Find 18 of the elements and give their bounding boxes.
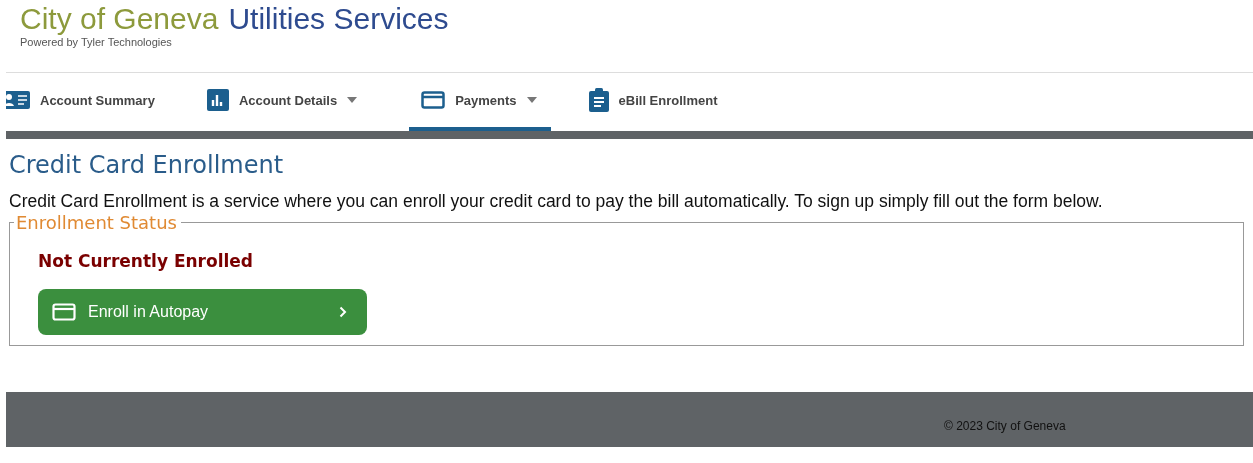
panel-legend: Enrollment Status [14, 212, 181, 233]
clipboard-icon [588, 88, 609, 112]
credit-card-icon [52, 303, 76, 321]
chevron-right-icon [339, 306, 347, 318]
nav-tab[interactable]: eBill Enrollment [588, 73, 732, 131]
enrollment-status: Not Currently Enrolled [38, 251, 254, 271]
bar-chart-icon [206, 89, 229, 111]
enroll-button[interactable]: Enroll in Autopay [38, 289, 367, 335]
nav-tab[interactable]: Account Details [206, 73, 372, 131]
id-card-icon [6, 91, 30, 109]
nav-tab[interactable]: Account Summary [6, 73, 169, 131]
page-title: Credit Card Enrollment [9, 151, 285, 179]
site-subtitle: Utilities Services [228, 2, 449, 36]
credit-card-icon [421, 91, 446, 109]
copyright-text: © 2023 City of Geneva [944, 419, 1066, 433]
powered-by-text: Powered by Tyler Technologies [20, 36, 173, 48]
description-text: Credit Card Enrollment is a service where you can enroll your credit card to pay the bill automatically. To sign up simply fill out the form below. [9, 191, 1104, 212]
site-title: City of Geneva [20, 2, 219, 36]
